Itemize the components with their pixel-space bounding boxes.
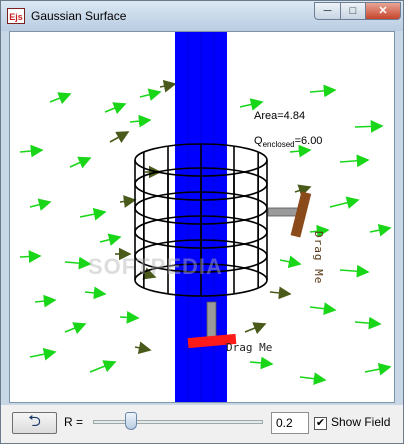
charge-readout: Qenclosed=6.00 — [254, 135, 322, 149]
field-arrow — [104, 102, 127, 115]
r-slider-thumb[interactable] — [125, 412, 137, 430]
area-readout: Area=4.84 — [254, 110, 306, 122]
field-arrow — [249, 356, 274, 370]
field-arrow — [119, 195, 137, 208]
field-arrow — [139, 88, 162, 101]
field-arrow — [19, 144, 44, 158]
field-arrow — [129, 114, 152, 128]
field-arrow — [339, 154, 370, 168]
field-arrow — [299, 372, 327, 386]
field-arrow — [239, 98, 264, 111]
field-arrow — [354, 316, 382, 330]
field-arrow — [294, 184, 312, 197]
field-arrow — [339, 264, 370, 278]
field-arrow — [29, 198, 52, 211]
field-arrow — [64, 322, 87, 335]
field-arrow — [369, 223, 392, 237]
field-arrow — [49, 92, 72, 105]
charge-prefix: Q — [254, 135, 263, 147]
show-field-label: Show Field — [331, 415, 391, 429]
3d-view[interactable]: Area=4.84 Qenclosed=6.00 Drag Me Drag Me… — [9, 31, 395, 403]
window-title: Gaussian Surface — [31, 9, 127, 23]
charge-subscript: enclosed — [262, 140, 295, 149]
scene-canvas[interactable] — [10, 32, 395, 403]
field-arrow — [309, 302, 337, 316]
charge-value: =6.00 — [294, 135, 323, 147]
field-arrow — [109, 131, 130, 144]
field-arrow — [244, 322, 267, 335]
field-arrow — [329, 196, 360, 209]
title-bar: Ejs Gaussian Surface ─ □ ✕ — [1, 1, 403, 31]
control-bar: ⮌ R = ✔ Show Field — [1, 405, 403, 443]
field-arrow — [289, 144, 312, 158]
field-arrow — [29, 347, 57, 361]
field-arrow — [364, 362, 392, 376]
field-arrow — [134, 341, 152, 355]
field-arrow — [159, 79, 177, 93]
field-arrow — [89, 360, 117, 373]
field-arrow — [69, 156, 92, 169]
close-button[interactable]: ✕ — [365, 2, 401, 20]
show-field-checkbox[interactable]: ✔ — [314, 417, 327, 430]
r-label: R = — [64, 415, 84, 429]
field-arrow — [269, 286, 292, 300]
field-arrow — [64, 256, 92, 270]
app-icon: Ejs — [7, 8, 25, 24]
field-arrow — [99, 233, 122, 246]
app-window: Ejs Gaussian Surface ─ □ ✕ Area=4.84 Qen… — [0, 0, 404, 444]
field-arrow — [119, 310, 140, 324]
field-arrow — [279, 255, 302, 269]
r-slider[interactable] — [93, 420, 263, 424]
minimize-button[interactable]: ─ — [314, 2, 341, 20]
maximize-button[interactable]: □ — [340, 2, 366, 20]
reset-button[interactable]: ⮌ — [12, 412, 57, 434]
undo-arrow-icon: ⮌ — [28, 413, 41, 430]
drag-me-vertical-label: Drag Me — [312, 231, 325, 285]
radius-drag-handle[interactable] — [267, 191, 312, 238]
field-arrow — [84, 286, 107, 300]
drag-me-label: Drag Me — [226, 341, 273, 354]
field-arrow — [34, 294, 57, 308]
field-arrow — [354, 120, 384, 133]
field-arrow — [79, 207, 107, 221]
r-value-input[interactable] — [271, 412, 309, 434]
watermark: SOFTPEDIA — [88, 254, 223, 279]
field-arrow — [19, 250, 42, 263]
field-arrow — [309, 84, 337, 98]
